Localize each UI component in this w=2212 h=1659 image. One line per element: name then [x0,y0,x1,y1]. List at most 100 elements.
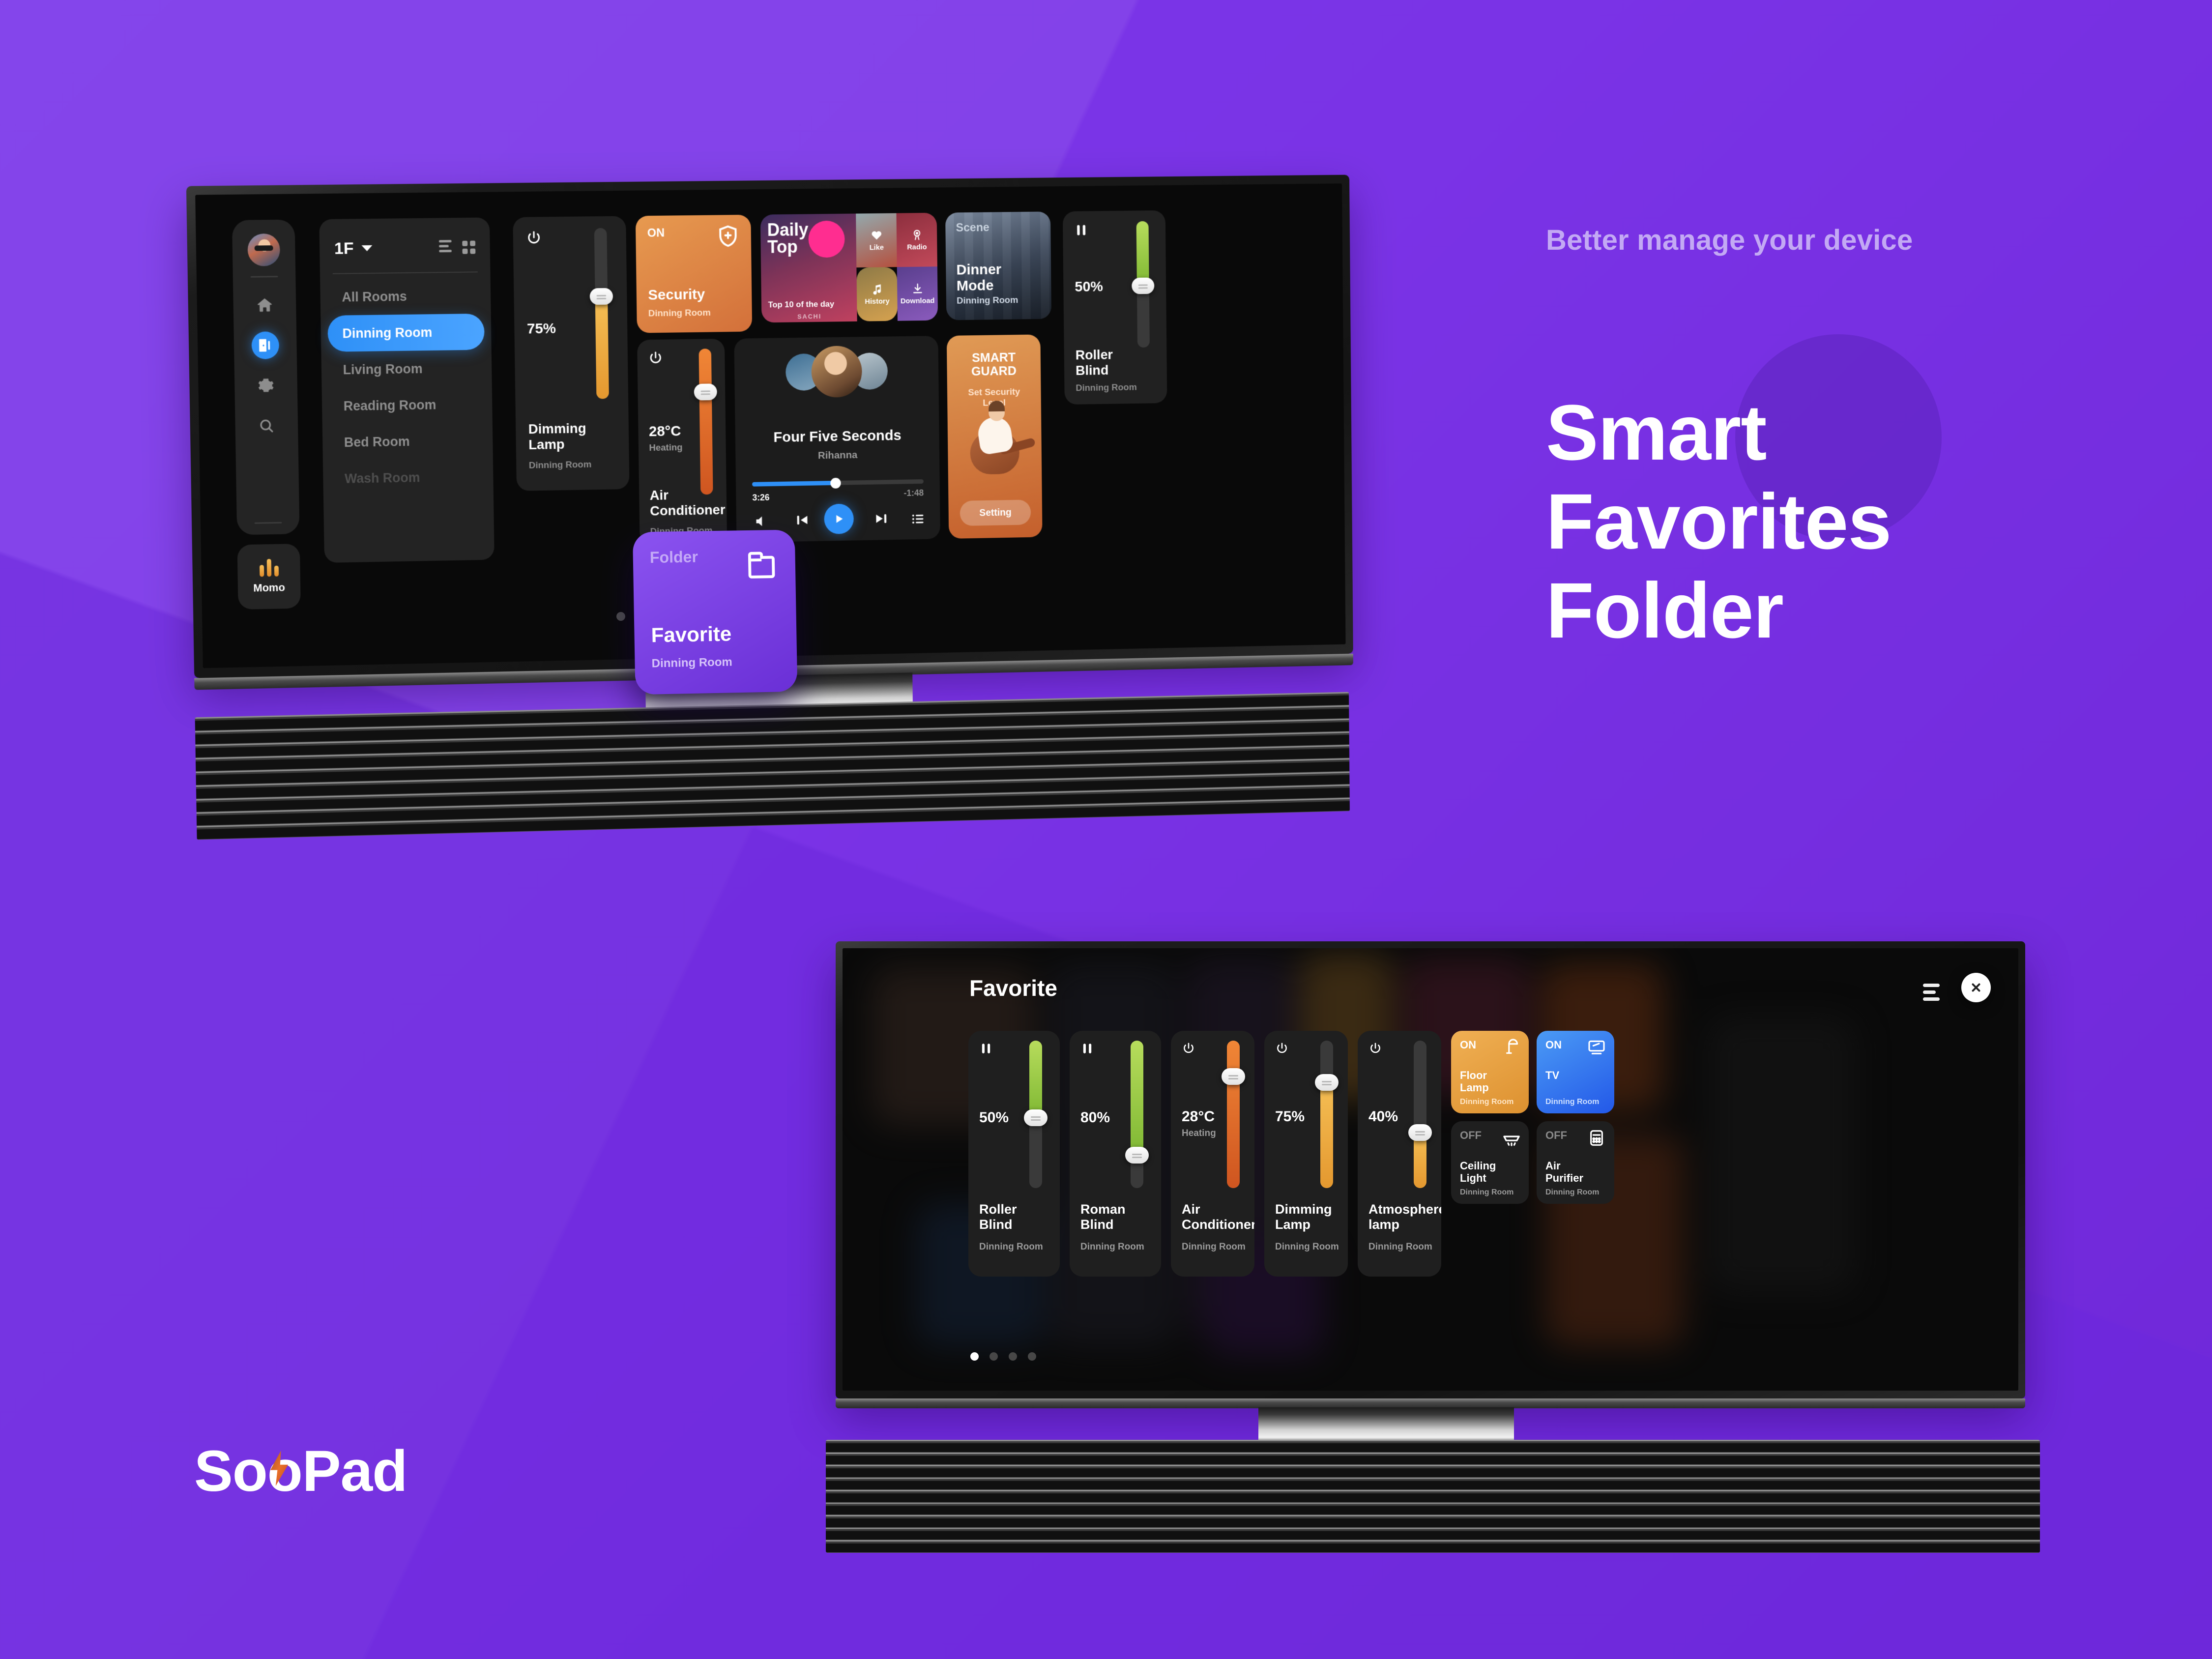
floor-selector-label[interactable]: 1F [334,239,354,258]
room-item-living-room[interactable]: Living Room [328,350,485,388]
folder-icon [743,547,780,583]
sidebar-item-home[interactable] [251,291,279,319]
tile-download[interactable]: Download [897,266,938,321]
card-security[interactable]: ON Security Dinning Room [635,214,753,333]
grid-view-icon[interactable] [462,240,476,254]
roller-blind-slider-fill [1029,1041,1042,1117]
card-daily-top[interactable]: Daily Top Top 10 of the day SACHI Like Ra… [760,212,938,323]
room-panel: 1F All Rooms Dinning Room Living Room Re… [319,217,495,563]
shield-plus-icon [715,224,740,249]
power-icon[interactable] [1275,1042,1289,1055]
carousel-dot-left [616,612,625,621]
ceiling-light-state: OFF [1460,1129,1482,1141]
tile-radio[interactable]: Radio [896,212,937,267]
sidebar-item-settings[interactable] [252,372,280,400]
card-favorite-folder[interactable]: Folder Favorite Dinning Room [632,529,798,695]
tv-device-secondary: Favorite 50% Roller Blind Dinning Room 8… [826,941,2040,1575]
room-panel-divider [332,271,478,274]
previous-track-icon[interactable] [794,512,810,528]
carousel-pagination[interactable] [970,1352,1036,1361]
pause-icon[interactable] [979,1042,993,1055]
card-scene-dinner-mode[interactable]: Scene Dinner Mode Dinning Room [945,211,1052,320]
card-smart-guard[interactable]: SMARTGUARD Set SecurityLevel Setting [946,334,1043,539]
lightning-bolt-icon [270,1451,288,1486]
carousel-dot-2[interactable] [990,1352,998,1361]
roller-blind-slider-fill [1136,221,1149,286]
playlist-icon[interactable] [911,511,926,527]
dimming-lamp-room: Dinning Room [528,459,592,471]
next-track-icon[interactable] [873,511,889,526]
fav-card-atmosphere-lamp[interactable]: 40% Atmosphere lamp Dinning Room [1358,1031,1441,1277]
sidebar-item-search[interactable] [253,412,281,440]
tile-like[interactable]: Like [856,213,897,268]
tile-history[interactable]: History [856,267,898,321]
roller-blind-slider-knob[interactable] [1132,277,1155,294]
room-item-wash-room[interactable]: Wash Room [330,458,487,497]
roman-blind-room: Dinning Room [1080,1242,1144,1252]
card-dimming-lamp[interactable]: 75% Dimming Lamp Dinning Room [513,216,630,491]
dimming-lamp-slider-fill [595,296,609,399]
dimming-lamp-slider-knob[interactable] [589,288,613,305]
roller-blind-room: Dinning Room [1076,382,1137,394]
card-air-conditioner[interactable]: 28°C Heating Air Conditioner Dinning Roo… [637,339,728,545]
fav-card-roman-blind[interactable]: 80% Roman Blind Dinning Room [1070,1031,1161,1277]
play-button[interactable] [824,503,854,534]
fav-card-ceiling-light[interactable]: OFF Ceiling Light Dinning Room [1451,1121,1529,1204]
atmosphere-lamp-title: Atmosphere lamp [1368,1202,1441,1232]
smart-guard-setting-button[interactable]: Setting [960,499,1031,526]
room-item-bed-room[interactable]: Bed Room [329,422,486,461]
carousel-dot-1[interactable] [970,1352,979,1361]
card-roller-blind[interactable]: 50% Roller Blind Dinning Room [1062,210,1167,405]
atmosphere-lamp-slider-knob[interactable] [1408,1124,1432,1141]
headline-line-1: Smart [1546,388,1767,476]
radio-icon [910,229,923,241]
sidebar-item-rooms[interactable] [251,331,280,359]
room-item-reading-room[interactable]: Reading Room [328,386,486,424]
power-icon[interactable] [1182,1042,1195,1055]
fav-card-air-purifier[interactable]: OFF Air Purifier Dinning Room [1537,1121,1614,1204]
roman-blind-value: 80% [1080,1109,1110,1126]
marketing-kicker: Better manage your device [1546,224,1913,256]
close-button[interactable] [1961,973,1991,1002]
sidebar-item-momo[interactable]: Momo [237,544,301,610]
air-conditioner-slider-knob[interactable] [1222,1068,1245,1085]
pause-icon[interactable] [1080,1042,1094,1055]
tv-state: ON [1545,1039,1562,1051]
roman-blind-title: Roman Blind [1080,1202,1126,1232]
air-conditioner-value: 28°C [1182,1108,1215,1125]
fav-card-dimming-lamp[interactable]: 75% Dimming Lamp Dinning Room [1264,1031,1348,1277]
power-icon[interactable] [648,350,664,366]
album-art-group [785,345,888,398]
card-music-player[interactable]: Four Five Seconds Rihanna 3:26 -1:48 [734,336,940,543]
room-item-dinning-room[interactable]: Dinning Room [327,313,485,352]
avatar[interactable] [247,233,281,266]
progress-bar-knob[interactable] [830,477,841,489]
dimming-lamp-slider-fill [1320,1082,1333,1188]
chevron-down-icon[interactable] [361,245,373,252]
scene-title: Dinner Mode [956,261,1002,294]
room-item-all-rooms[interactable]: All Rooms [327,277,484,316]
power-icon[interactable] [525,230,542,246]
power-icon[interactable] [1368,1042,1382,1055]
daily-top-hero: Daily Top Top 10 of the day SACHI [760,213,857,323]
volume-icon[interactable] [754,513,770,529]
pause-icon[interactable] [1074,223,1088,237]
carousel-dot-3[interactable] [1009,1352,1017,1361]
fav-card-roller-blind[interactable]: 50% Roller Blind Dinning Room [968,1031,1060,1277]
atmosphere-lamp-value: 40% [1368,1108,1398,1125]
roman-blind-slider-knob[interactable] [1125,1147,1149,1164]
dimming-lamp-slider-knob[interactable] [1315,1074,1339,1091]
rail-divider-top [250,276,278,278]
carousel-dot-4[interactable] [1028,1352,1036,1361]
roller-blind-slider-knob[interactable] [1024,1109,1048,1126]
fav-card-floor-lamp[interactable]: ON Floor Lamp Dinning Room [1451,1031,1529,1113]
list-view-icon[interactable] [438,240,452,255]
page-title: Smart Favorites Folder [1546,388,1892,655]
relaxing-person-illustration [970,401,1036,475]
album-art-current [811,346,863,398]
fav-card-tv[interactable]: ON TV Dinning Room [1537,1031,1614,1113]
tv2-soundbar [826,1440,2040,1553]
air-conditioner-slider-knob[interactable] [694,383,717,401]
list-icon[interactable] [1923,984,1940,1004]
fav-card-air-conditioner[interactable]: 28°C Heating Air Conditioner Dinning Room [1171,1031,1254,1277]
